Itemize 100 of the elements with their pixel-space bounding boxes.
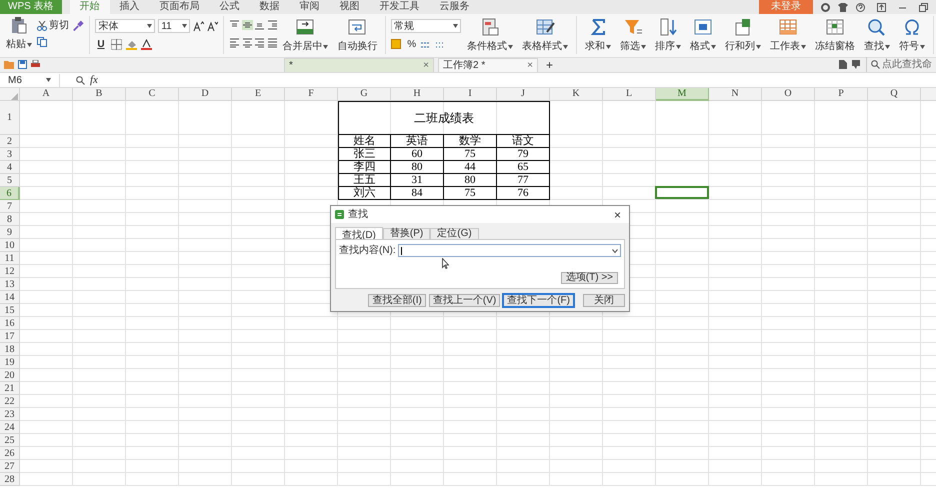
brush-icon[interactable] xyxy=(72,19,84,33)
column-header[interactable]: E xyxy=(232,88,285,101)
column-header[interactable]: K xyxy=(550,88,603,101)
ribbon-tab[interactable]: 插入 xyxy=(110,0,150,14)
document-tab[interactable]: * × xyxy=(284,58,434,72)
font-name-field[interactable]: 宋体 xyxy=(95,19,156,33)
save-icon[interactable] xyxy=(18,60,27,69)
ribbon-tab[interactable]: 视图 xyxy=(330,0,370,14)
row-header[interactable]: 5 xyxy=(0,174,20,187)
ribbon-button[interactable]: 表格样式 xyxy=(519,16,572,56)
justify-icon[interactable] xyxy=(266,38,278,48)
currency-icon[interactable] xyxy=(391,39,404,50)
ribbon-button[interactable]: 筛选 xyxy=(617,16,650,56)
fill-color-icon[interactable] xyxy=(126,39,137,50)
align-center-icon[interactable] xyxy=(242,38,253,48)
row-header[interactable]: 19 xyxy=(0,356,20,369)
row-header[interactable]: 15 xyxy=(0,304,20,317)
ribbon-button[interactable]: 工作表 xyxy=(767,16,810,56)
underline-button[interactable]: U xyxy=(95,37,107,52)
row-header[interactable]: 17 xyxy=(0,330,20,343)
ribbon-button[interactable]: 求和 xyxy=(582,16,614,56)
app-menu-button[interactable]: WPS 表格 xyxy=(0,0,62,14)
row-header[interactable]: 7 xyxy=(0,200,20,213)
ribbon-button[interactable]: 符号 xyxy=(896,16,928,56)
dialog-tab[interactable]: 定位(G) xyxy=(430,228,479,239)
row-header[interactable]: 14 xyxy=(0,291,20,304)
row-header[interactable]: 12 xyxy=(0,265,20,278)
name-box[interactable]: M6 xyxy=(0,74,60,86)
ribbon-button[interactable]: 格式 xyxy=(687,16,720,56)
ribbon-button[interactable]: 条件格式 xyxy=(464,16,516,56)
restore-icon[interactable] xyxy=(919,2,928,12)
align-left-icon[interactable] xyxy=(229,38,240,48)
column-header[interactable]: C xyxy=(126,88,179,101)
row-header[interactable]: 16 xyxy=(0,317,20,330)
indent-icon[interactable] xyxy=(266,20,278,30)
font-grow-icon[interactable] xyxy=(193,20,204,32)
copy-icon[interactable] xyxy=(37,37,47,47)
ribbon-tab[interactable]: 公式 xyxy=(210,0,250,14)
column-header[interactable]: F xyxy=(285,88,338,101)
column-header[interactable]: Q xyxy=(868,88,921,101)
cut-button[interactable]: 剪切 xyxy=(37,18,69,33)
column-header[interactable]: O xyxy=(762,88,815,101)
row-header[interactable]: 3 xyxy=(0,148,20,161)
font-size-field[interactable]: 11 xyxy=(158,19,190,33)
row-header[interactable]: 8 xyxy=(0,213,20,226)
decimal-increase-icon[interactable] xyxy=(420,40,432,50)
dialog-button[interactable]: 查找全部(I) xyxy=(368,294,426,307)
dialog-button[interactable]: 查找下一个(F) xyxy=(503,294,574,307)
new-tab-button[interactable]: + xyxy=(542,58,558,72)
row-header[interactable]: 26 xyxy=(0,447,20,460)
ribbon-tab[interactable]: 开始 xyxy=(70,0,110,14)
column-header[interactable]: N xyxy=(709,88,762,101)
column-header[interactable]: D xyxy=(179,88,232,101)
options-button[interactable]: 选项(T) >> xyxy=(560,272,618,284)
row-header[interactable]: 9 xyxy=(0,226,20,239)
ribbon-tab[interactable]: 页面布局 xyxy=(150,0,210,14)
dialog-button[interactable]: 查找上一个(V) xyxy=(428,294,500,307)
ribbon-tab[interactable]: 云服务 xyxy=(430,0,480,14)
border-icon[interactable] xyxy=(110,39,122,50)
column-header[interactable]: B xyxy=(73,88,126,101)
zoom-icon[interactable] xyxy=(76,76,85,84)
align-middle-icon[interactable] xyxy=(242,20,253,30)
row-header[interactable]: 22 xyxy=(0,395,20,408)
align-right-icon[interactable] xyxy=(254,38,266,48)
close-button[interactable]: × xyxy=(610,208,625,220)
dialog-tab[interactable]: 查找(D) xyxy=(335,227,383,240)
font-shrink-icon[interactable] xyxy=(207,20,218,32)
dialog-tab[interactable]: 替换(P) xyxy=(382,228,430,239)
percent-button[interactable]: % xyxy=(407,37,416,52)
ribbon-button[interactable]: 查找 xyxy=(861,16,894,56)
row-header[interactable]: 18 xyxy=(0,343,20,356)
column-header[interactable]: H xyxy=(391,88,444,101)
font-color-icon[interactable] xyxy=(140,39,152,50)
row-header[interactable]: 6 xyxy=(0,187,20,200)
command-search-field[interactable]: 点此查找命 xyxy=(866,57,932,72)
document-tab[interactable]: 工作簿2 * × xyxy=(438,58,538,72)
row-header[interactable]: 13 xyxy=(0,278,20,291)
column-header[interactable]: G xyxy=(338,88,391,101)
column-header[interactable]: A xyxy=(20,88,73,101)
find-input[interactable] xyxy=(398,244,621,257)
ribbon-tab[interactable]: 审阅 xyxy=(290,0,330,14)
paste-button[interactable]: 粘贴 xyxy=(4,16,34,56)
tab-close[interactable]: × xyxy=(527,58,533,73)
column-header[interactable]: M xyxy=(656,88,709,101)
row-header[interactable]: 4 xyxy=(0,161,20,174)
column-header[interactable]: P xyxy=(815,88,868,101)
row-header[interactable]: 10 xyxy=(0,239,20,252)
ribbon-tab[interactable]: 开发工具 xyxy=(370,0,430,14)
row-header[interactable]: 25 xyxy=(0,434,20,447)
column-header[interactable]: J xyxy=(497,88,550,101)
comment-icon[interactable] xyxy=(852,60,861,69)
ribbon-button[interactable]: 行和列 xyxy=(722,16,764,56)
row-header[interactable]: 20 xyxy=(0,369,20,382)
row-header[interactable]: 11 xyxy=(0,252,20,265)
ribbon-tab[interactable]: 数据 xyxy=(250,0,290,14)
ribbon-button[interactable]: 合并居中 xyxy=(279,16,332,56)
row-header[interactable]: 2 xyxy=(0,135,20,148)
row-header[interactable]: 24 xyxy=(0,421,20,434)
row-header[interactable]: 21 xyxy=(0,382,20,395)
ribbon-button[interactable]: 冻结窗格 xyxy=(812,16,858,56)
